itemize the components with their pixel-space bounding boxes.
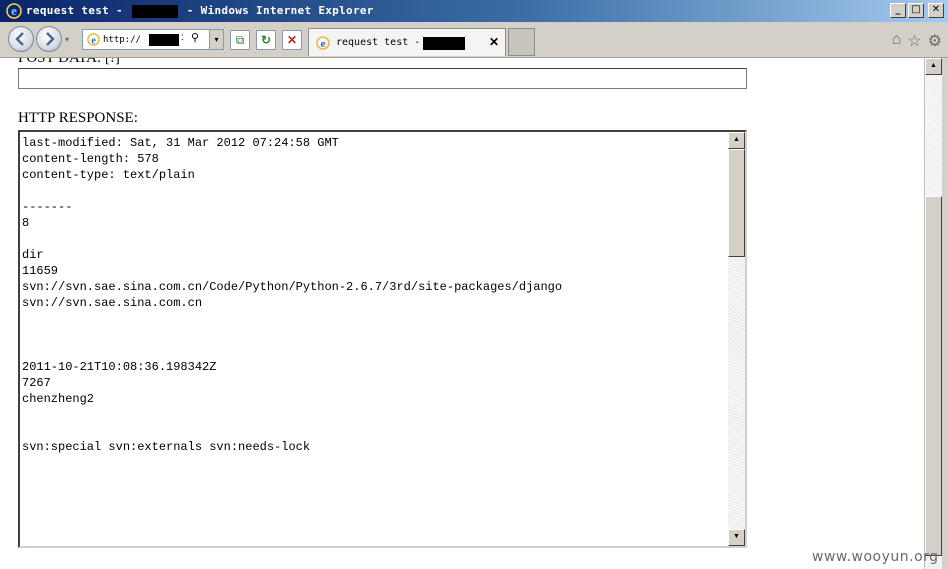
- response-line: 2011-10-21T10:08:36.198342Z: [22, 360, 217, 374]
- svg-text:e: e: [11, 3, 17, 18]
- redacted-block: [149, 34, 179, 46]
- back-button[interactable]: [8, 26, 34, 52]
- minimize-button[interactable]: _: [890, 3, 906, 18]
- response-line: last-modified: Sat, 31 Mar 2012 07:24:58…: [22, 136, 339, 150]
- response-line: [22, 423, 722, 439]
- svg-text:e: e: [321, 38, 326, 50]
- arrow-left-icon: [15, 32, 24, 46]
- close-button[interactable]: ✕: [928, 3, 944, 18]
- response-scrollbar[interactable]: ▲ ▼: [728, 132, 745, 546]
- window-title: request test - - Windows Internet Explor…: [26, 4, 374, 18]
- address-bar[interactable]: e : ⚲ ▾: [82, 29, 224, 50]
- command-icons: ⌂ ☆ ⚙: [892, 31, 942, 51]
- svg-text:e: e: [91, 35, 96, 46]
- response-line: [22, 343, 722, 359]
- response-line: 8: [22, 216, 30, 230]
- post-data-label: POST DATA: [!]: [18, 58, 120, 66]
- page-scrollbar[interactable]: ▲: [924, 58, 942, 569]
- response-line: -------: [22, 200, 73, 214]
- response-line: svn://svn.sae.sina.com.cn: [22, 296, 203, 310]
- tools-icon[interactable]: ⚙: [928, 31, 942, 51]
- home-icon[interactable]: ⌂: [892, 31, 902, 51]
- post-data-field[interactable]: [18, 68, 747, 89]
- tab-request-test[interactable]: e request test - ✕: [308, 28, 506, 56]
- page-content: POST DATA: [!] HTTP RESPONSE: last-modif…: [6, 58, 924, 569]
- favorites-icon[interactable]: ☆: [907, 31, 921, 51]
- response-line: chenzheng2: [22, 392, 95, 406]
- response-scroll-thumb[interactable]: [728, 149, 745, 257]
- internet-explorer-icon: e: [6, 3, 22, 19]
- history-dropdown-icon[interactable]: ▾: [65, 35, 69, 44]
- http-response-label: HTTP RESPONSE:: [18, 110, 138, 126]
- response-line: svn:special svn:externals svn:needs-lock: [22, 440, 311, 454]
- response-line: [22, 327, 722, 343]
- refresh-button[interactable]: ↻: [256, 30, 276, 50]
- response-line: svn://svn.sae.sina.com.cn/Code/Python/Py…: [22, 280, 563, 294]
- search-icon[interactable]: ⚲: [191, 31, 205, 47]
- scroll-up-icon[interactable]: ▲: [728, 132, 745, 149]
- page-scroll-thumb[interactable]: [925, 196, 942, 556]
- response-line: [22, 231, 722, 247]
- window-frame-edge: [942, 58, 948, 569]
- response-line: [22, 311, 722, 327]
- address-colon: :: [181, 32, 184, 43]
- address-dropdown-icon[interactable]: ▾: [209, 30, 223, 49]
- stop-button[interactable]: ✕: [282, 30, 302, 50]
- navigation-bar: ▾ e : ⚲ ▾ ⧉ ↻ ✕ e request test - ✕ ⌂ ☆ ⚙: [0, 22, 948, 58]
- tab-label: request test -: [336, 37, 421, 48]
- tab-close-icon[interactable]: ✕: [489, 35, 499, 49]
- response-line: 7267: [22, 376, 51, 390]
- scroll-down-icon[interactable]: ▼: [728, 529, 745, 546]
- redacted-block: [131, 4, 178, 18]
- arrow-right-icon: [46, 32, 55, 46]
- response-line: content-length: 578: [22, 152, 159, 166]
- response-line: 11659: [22, 264, 59, 278]
- response-line: content-type: text/plain: [22, 168, 195, 182]
- page-scroll-up-icon[interactable]: ▲: [925, 58, 942, 75]
- window-controls: _ □ ✕: [890, 3, 944, 18]
- response-line: [22, 407, 722, 423]
- window-title-bar[interactable]: e request test - - Windows Internet Expl…: [0, 0, 948, 22]
- page-icon: e: [87, 33, 100, 46]
- forward-button[interactable]: [36, 26, 62, 52]
- maximize-button[interactable]: □: [908, 3, 924, 18]
- new-tab-button[interactable]: [508, 28, 535, 56]
- http-response-textarea[interactable]: last-modified: Sat, 31 Mar 2012 07:24:58…: [18, 130, 747, 548]
- page-icon: e: [316, 36, 330, 50]
- response-text: last-modified: Sat, 31 Mar 2012 07:24:58…: [22, 135, 722, 455]
- redacted-block: [423, 37, 465, 50]
- compatibility-view-button[interactable]: ⧉: [230, 30, 250, 50]
- response-line: dir: [22, 248, 44, 262]
- response-line: [22, 183, 722, 199]
- watermark: www.wooyun.org: [812, 549, 939, 565]
